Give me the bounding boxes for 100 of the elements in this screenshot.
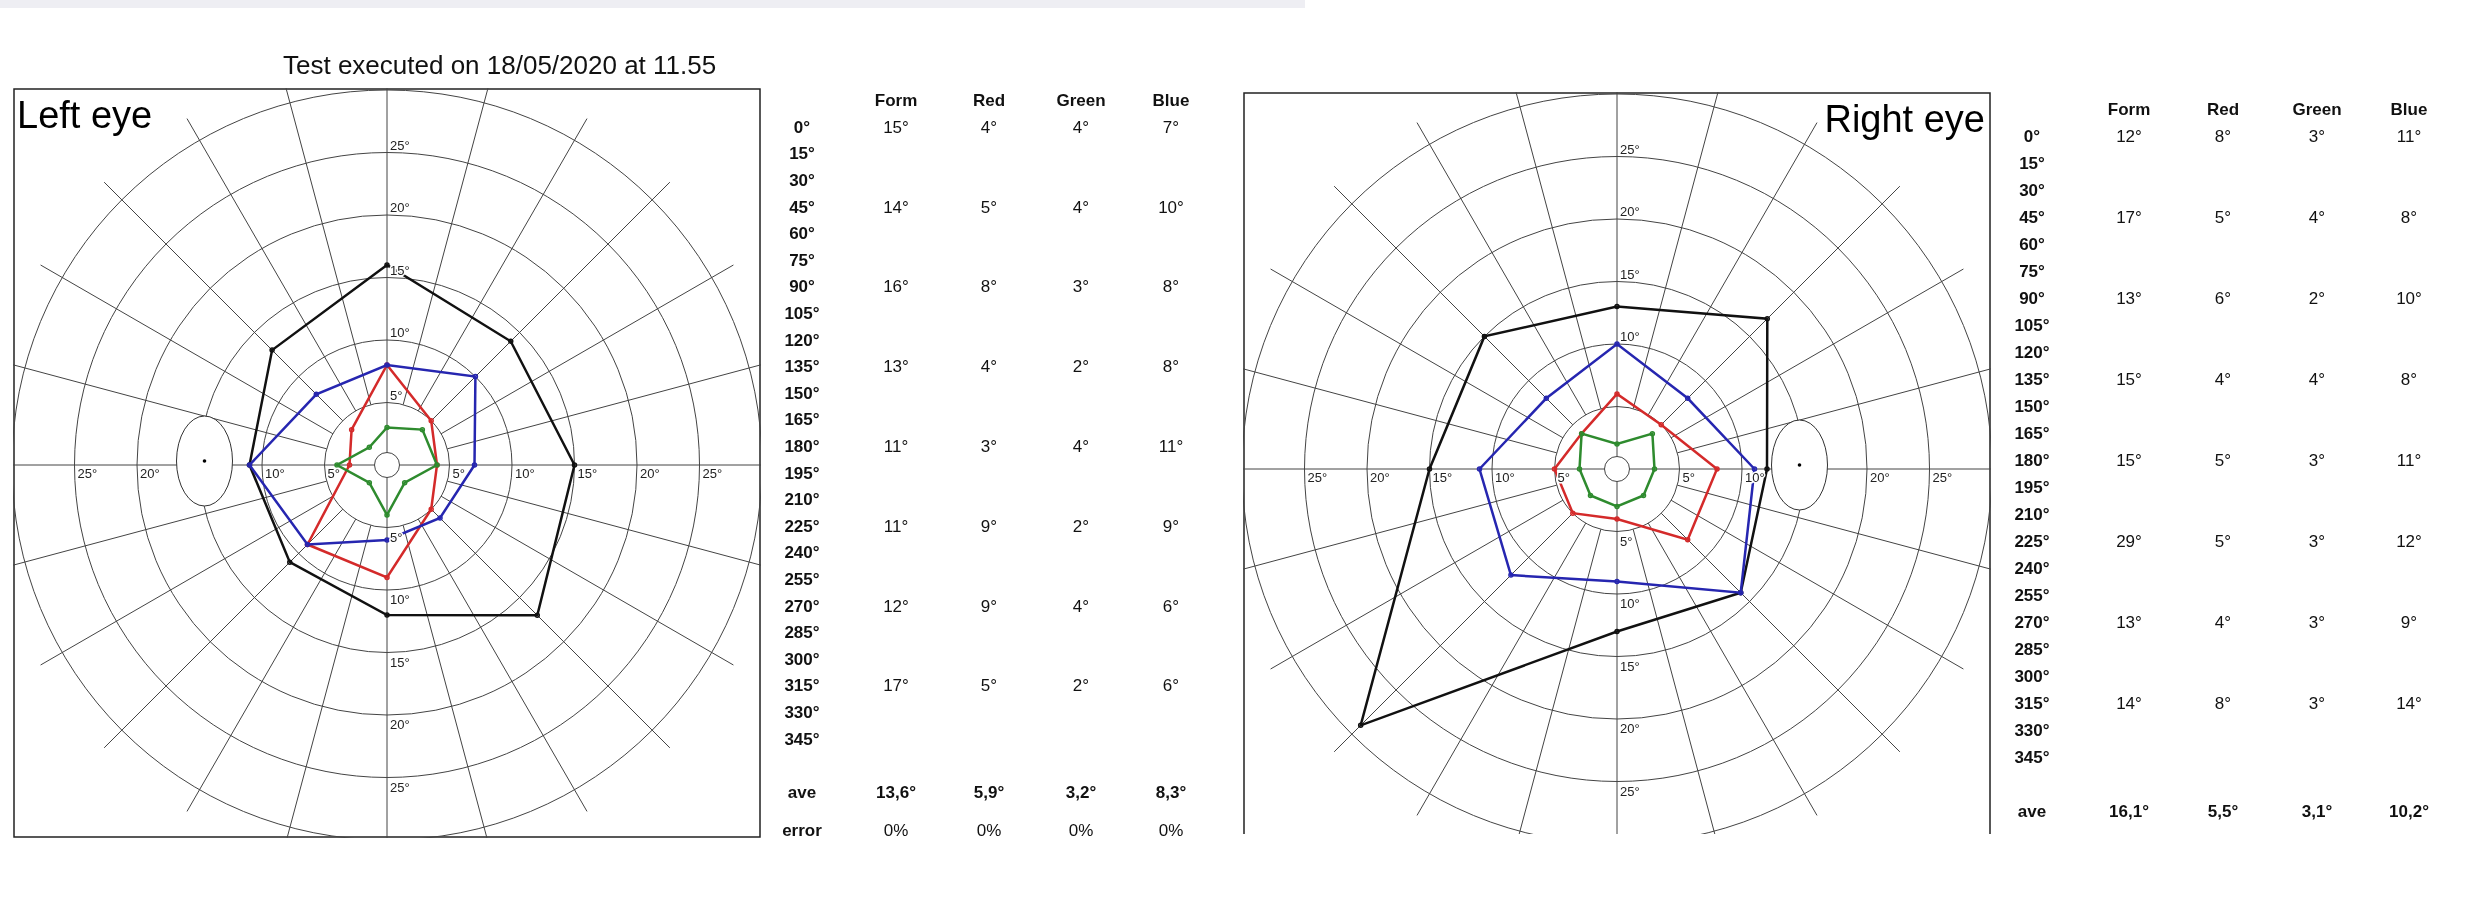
axis-label: 20° bbox=[390, 200, 410, 215]
table-cell-text: 6° bbox=[1161, 596, 1181, 617]
axis-label: 10° bbox=[1495, 470, 1515, 485]
table-cell-text: 6° bbox=[2213, 288, 2233, 309]
table-cell-text: 9° bbox=[979, 596, 999, 617]
axis-label: 20° bbox=[1870, 470, 1890, 485]
table-cell-text: 0% bbox=[882, 821, 910, 842]
table-cell-text: 4° bbox=[2307, 369, 2327, 390]
table-cell-text: 8° bbox=[1161, 277, 1181, 298]
row-label: 195° bbox=[2013, 477, 2051, 498]
table-cell-text: 15° bbox=[882, 117, 910, 138]
axis-label: 25° bbox=[390, 779, 410, 795]
axis-label: 15° bbox=[1620, 658, 1640, 674]
table-cell-text: 17° bbox=[2115, 207, 2143, 228]
table-cell-text: 8° bbox=[2213, 693, 2233, 714]
axis-label: 25° bbox=[1620, 141, 1640, 157]
table-cell-text: 2° bbox=[2307, 288, 2327, 309]
table-cell-text: 12° bbox=[2115, 126, 2143, 147]
row-label: 45° bbox=[2018, 207, 2046, 228]
row-label: 150° bbox=[783, 383, 821, 404]
table-cell-text: 5° bbox=[979, 197, 999, 218]
row-label: 105° bbox=[2013, 315, 2051, 336]
table-cell-text: 2° bbox=[1071, 357, 1091, 378]
row-label: 75° bbox=[2018, 261, 2046, 282]
column-header: Green bbox=[1055, 91, 1107, 112]
row-label: 210° bbox=[783, 490, 821, 511]
row-label: 120° bbox=[2013, 342, 2051, 363]
table-cell-text: 8° bbox=[979, 277, 999, 298]
table-cell-text: 14° bbox=[882, 197, 910, 218]
row-label: 315° bbox=[783, 676, 821, 697]
column-header: Green bbox=[2291, 99, 2343, 120]
table-cell-text: 3° bbox=[2307, 612, 2327, 633]
column-header: Form bbox=[873, 91, 919, 112]
table-cell-text: 8° bbox=[2399, 369, 2419, 390]
report-title: Test executed on 18/05/2020 at 11.55 bbox=[283, 50, 718, 80]
table-cell-text: 13° bbox=[2115, 612, 2143, 633]
table-cell-text: 0% bbox=[975, 821, 1003, 842]
table-cell-text: 10,2° bbox=[2388, 801, 2430, 822]
row-label: 165° bbox=[2013, 423, 2051, 444]
row-label: 345° bbox=[2013, 747, 2051, 768]
table-cell-text: 4° bbox=[2213, 612, 2233, 633]
column-header: Red bbox=[971, 91, 1007, 112]
table-cell-text: 4° bbox=[1071, 197, 1091, 218]
table-cell-text: 4° bbox=[1071, 596, 1091, 617]
row-label: 270° bbox=[2013, 612, 2051, 633]
row-label: 210° bbox=[2013, 504, 2051, 525]
row-label: 90° bbox=[2018, 288, 2046, 309]
table-cell-text: 13° bbox=[2115, 288, 2143, 309]
table-cell-text: 4° bbox=[2307, 207, 2327, 228]
axis-label: 20° bbox=[1620, 204, 1640, 219]
table-cell-text: 13,6° bbox=[875, 782, 917, 803]
axis-label: 5° bbox=[390, 387, 403, 403]
table-cell-text: 4° bbox=[2213, 369, 2233, 390]
table-cell-text: 11° bbox=[2395, 450, 2423, 471]
column-header: Red bbox=[2205, 99, 2241, 120]
axis-label: 15° bbox=[1620, 266, 1640, 282]
row-label: 75° bbox=[788, 250, 816, 271]
axis-label: 25° bbox=[1307, 470, 1328, 485]
axis-label: 10° bbox=[390, 592, 410, 607]
row-label: 60° bbox=[788, 224, 816, 245]
table-cell-text: 16° bbox=[882, 277, 910, 298]
row-label: 150° bbox=[2013, 396, 2051, 417]
table-cell-text: 10° bbox=[1157, 197, 1185, 218]
row-label: 330° bbox=[783, 702, 821, 723]
table-cell-text: 8° bbox=[2399, 207, 2419, 228]
table-cell-text: 15° bbox=[2115, 369, 2143, 390]
row-label: 345° bbox=[783, 729, 821, 750]
row-label: 240° bbox=[2013, 558, 2051, 579]
axis-label: 10° bbox=[265, 466, 285, 481]
row-label: 300° bbox=[783, 649, 821, 670]
table-cell-text: 0% bbox=[1067, 821, 1095, 842]
axis-label: 5° bbox=[327, 466, 340, 481]
table-cell-text: 8° bbox=[2213, 126, 2233, 147]
table-cell-text: 7° bbox=[1161, 117, 1181, 138]
row-label: 225° bbox=[783, 516, 821, 537]
table-cell-text: 6° bbox=[1161, 676, 1181, 697]
axis-label: 10° bbox=[390, 325, 410, 340]
table-cell-text: 4° bbox=[1071, 117, 1091, 138]
table-cell-text: 4° bbox=[979, 357, 999, 378]
axis-label: 25° bbox=[1620, 783, 1640, 799]
row-label: error bbox=[781, 821, 823, 842]
table-cell-text: 5,9° bbox=[972, 782, 1006, 803]
row-label: 255° bbox=[783, 570, 821, 590]
table-cell-text: 10° bbox=[2395, 288, 2423, 309]
row-label: 105° bbox=[783, 304, 821, 325]
table-cell-text: 11° bbox=[882, 437, 910, 457]
axis-label: 10° bbox=[1620, 596, 1640, 611]
axis-label: 5° bbox=[1557, 470, 1570, 485]
axis-label: 10° bbox=[1620, 329, 1640, 344]
eye-label: Right eye bbox=[1824, 98, 1985, 140]
table-cell-text: 9° bbox=[2399, 612, 2419, 633]
axis-label: 20° bbox=[390, 717, 410, 732]
table-cell-text: 3° bbox=[2307, 126, 2327, 147]
row-label: ave bbox=[786, 782, 818, 803]
table-cell-text: 14° bbox=[2395, 693, 2423, 714]
row-label: 270° bbox=[783, 596, 821, 617]
table-cell-text: 3,1° bbox=[2300, 801, 2334, 822]
axis-label: 5° bbox=[1682, 470, 1695, 485]
axis-label: 15° bbox=[577, 466, 598, 481]
table-cell-text: 5° bbox=[979, 676, 999, 697]
